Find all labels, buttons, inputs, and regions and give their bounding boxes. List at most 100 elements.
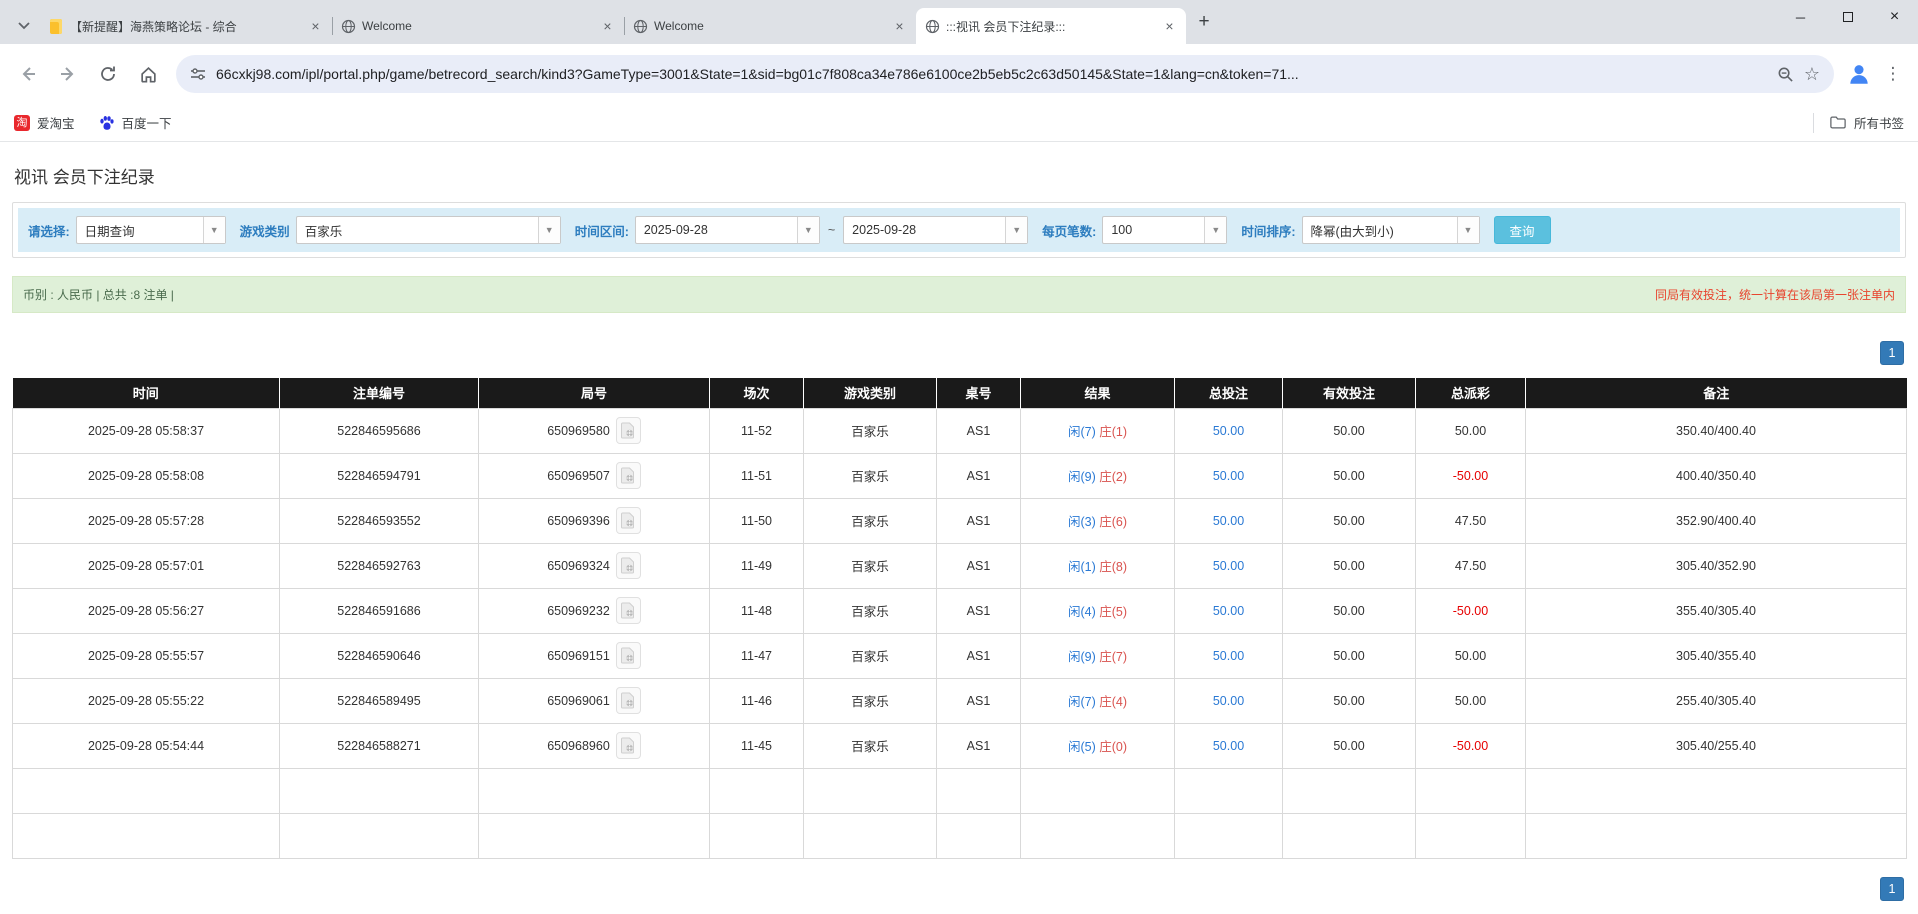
video-replay-icon[interactable]	[616, 417, 641, 444]
chevron-down-icon[interactable]: ▼	[797, 217, 819, 243]
game-type-select[interactable]: 百家乐 ▼	[296, 216, 561, 244]
zoom-icon[interactable]	[1777, 66, 1794, 83]
cell-time: 2025-09-28 05:55:57	[13, 633, 280, 678]
bookmark-taobao[interactable]: 淘 爱淘宝	[14, 113, 75, 132]
cell-result: 闲(5) 庄(0)	[1021, 723, 1175, 768]
new-tab-button[interactable]: +	[1190, 8, 1218, 36]
tab-close-icon[interactable]: ×	[599, 18, 616, 35]
chevron-down-icon[interactable]: ▼	[1457, 217, 1479, 243]
browser-tab-welcome-1[interactable]: Welcome ×	[332, 8, 624, 44]
video-replay-icon[interactable]	[616, 687, 641, 714]
page-1-button[interactable]: 1	[1880, 877, 1904, 901]
chevron-down-icon[interactable]: ▼	[538, 217, 560, 243]
window-minimize-button[interactable]: ─	[1777, 0, 1824, 34]
total-bet-link[interactable]: 50.00	[1213, 694, 1244, 708]
bet-record-table: 时间 注单编号 局号 场次 游戏类别 桌号 结果 总投注 有效投注 总派彩 备注…	[12, 378, 1907, 859]
globe-favicon	[924, 18, 940, 34]
cell-game-type: 百家乐	[804, 408, 937, 453]
profile-avatar[interactable]	[1844, 59, 1874, 89]
date-from-select[interactable]: 2025-09-28 ▼	[635, 216, 820, 244]
bet-record-row: 2025-09-28 05:58:08522846594791650969507…	[13, 453, 1907, 498]
date-to-select[interactable]: 2025-09-28 ▼	[843, 216, 1028, 244]
header-payout: 总派彩	[1416, 378, 1526, 408]
window-close-button[interactable]: ×	[1871, 0, 1918, 34]
result-banker: 庄(8)	[1099, 560, 1127, 574]
game-type-value: 百家乐	[297, 217, 538, 243]
result-banker: 庄(2)	[1099, 470, 1127, 484]
cell-table-no: AS1	[937, 723, 1021, 768]
video-replay-icon[interactable]	[616, 597, 641, 624]
globe-favicon	[632, 18, 648, 34]
video-replay-icon[interactable]	[616, 507, 641, 534]
bet-record-row: 2025-09-28 05:55:22522846589495650969061…	[13, 678, 1907, 723]
globe-favicon	[340, 18, 356, 34]
total-bet-link[interactable]: 50.00	[1213, 604, 1244, 618]
bookmark-baidu[interactable]: 百度一下	[99, 113, 172, 132]
forward-icon[interactable]	[50, 56, 86, 92]
video-replay-icon[interactable]	[616, 552, 641, 579]
cell-payout: -50.00	[1416, 453, 1526, 498]
round-number: 650969396	[547, 514, 610, 528]
search-button[interactable]: 查询	[1494, 216, 1551, 244]
sum-payout: 95.00	[1416, 813, 1526, 858]
browser-menu-icon[interactable]: ⋮	[1878, 64, 1908, 84]
bookmark-star-icon[interactable]: ☆	[1804, 64, 1820, 85]
cell-payout: 50.00	[1416, 408, 1526, 453]
browser-tab-forum[interactable]: 【新提醒】海燕策略论坛 - 综合 ×	[40, 8, 332, 44]
cell-note: 305.40/352.90	[1526, 543, 1907, 588]
total-bet-link[interactable]: 50.00	[1213, 514, 1244, 528]
tab-close-icon[interactable]: ×	[307, 18, 324, 35]
cell-bet-id: 522846591686	[280, 588, 479, 633]
video-replay-icon[interactable]	[616, 462, 641, 489]
chevron-down-icon[interactable]: ▼	[1204, 217, 1226, 243]
video-replay-icon[interactable]	[616, 732, 641, 759]
sum-count: 8	[280, 768, 479, 813]
total-bet-link[interactable]: 50.00	[1213, 739, 1244, 753]
home-icon[interactable]	[130, 56, 166, 92]
total-bet-link[interactable]: 50.00	[1213, 649, 1244, 663]
cell-time: 2025-09-28 05:57:28	[13, 498, 280, 543]
window-maximize-button[interactable]	[1824, 0, 1871, 34]
query-type-select[interactable]: 日期查询 ▼	[76, 216, 226, 244]
per-page-select[interactable]: 100 ▼	[1102, 216, 1227, 244]
address-bar[interactable]: 66cxkj98.com/ipl/portal.php/game/betreco…	[176, 55, 1834, 93]
result-banker: 庄(0)	[1099, 740, 1127, 754]
tab-search-chevron-icon[interactable]	[10, 12, 38, 40]
cell-table-no: AS1	[937, 678, 1021, 723]
site-settings-icon[interactable]	[190, 66, 206, 82]
round-number: 650968960	[547, 739, 610, 753]
cell-result: 闲(7) 庄(4)	[1021, 678, 1175, 723]
page-1-button[interactable]: 1	[1880, 341, 1904, 365]
browser-tab-welcome-2[interactable]: Welcome ×	[624, 8, 916, 44]
reload-icon[interactable]	[90, 56, 126, 92]
cell-session: 11-46	[710, 678, 804, 723]
url-text[interactable]: 66cxkj98.com/ipl/portal.php/game/betreco…	[216, 66, 1767, 82]
chevron-down-icon[interactable]: ▼	[1005, 217, 1027, 243]
total-bet-link[interactable]: 50.00	[1213, 559, 1244, 573]
total-bet-link[interactable]: 50.00	[1213, 424, 1244, 438]
cell-time: 2025-09-28 05:54:44	[13, 723, 280, 768]
result-player: 闲(3)	[1068, 515, 1096, 529]
back-icon[interactable]	[10, 56, 46, 92]
video-replay-icon[interactable]	[616, 642, 641, 669]
result-player: 闲(7)	[1068, 425, 1096, 439]
total-bet-link[interactable]: 50.00	[1213, 469, 1244, 483]
cell-result: 闲(3) 庄(6)	[1021, 498, 1175, 543]
cell-session: 11-45	[710, 723, 804, 768]
game-type-label: 游戏类别	[240, 221, 290, 240]
chevron-down-icon[interactable]: ▼	[203, 217, 225, 243]
round-number: 650969507	[547, 469, 610, 483]
tab-close-icon[interactable]: ×	[1161, 18, 1178, 35]
cell-total-bet: 50.00	[1175, 453, 1283, 498]
result-player: 闲(9)	[1068, 650, 1096, 664]
cell-session: 11-48	[710, 588, 804, 633]
sort-select[interactable]: 降幂(由大到小) ▼	[1302, 216, 1480, 244]
per-page-label: 每页笔数:	[1042, 221, 1096, 240]
browser-tab-bet-record[interactable]: :::视讯 会员下注纪录::: ×	[916, 8, 1186, 44]
all-bookmarks-label: 所有书签	[1854, 113, 1904, 132]
all-bookmarks[interactable]: 所有书签	[1813, 113, 1904, 133]
cell-round-id: 650969324	[479, 543, 710, 588]
cell-table-no: AS1	[937, 453, 1021, 498]
tab-close-icon[interactable]: ×	[891, 18, 908, 35]
header-total-bet: 总投注	[1175, 378, 1283, 408]
